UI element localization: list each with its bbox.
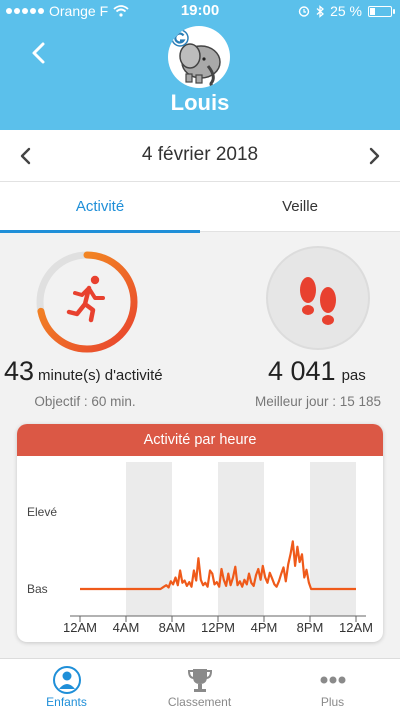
alarm-icon	[298, 6, 310, 17]
running-icon	[66, 275, 105, 323]
y-level-label: Bas	[27, 582, 48, 596]
x-tick-label: 12AM	[339, 620, 373, 635]
footprints-icon	[300, 277, 336, 325]
tab-label: Enfants	[46, 695, 87, 709]
battery-percent: 25 %	[330, 3, 362, 19]
y-level-label: Elevé	[27, 505, 57, 519]
x-tick-label: 12AM	[63, 620, 97, 635]
activity-goal: Objectif : 60 min.	[34, 394, 136, 409]
steps-count-unit: pas	[341, 367, 366, 384]
best-day: Meilleur jour : 15 185	[254, 394, 382, 409]
child-icon	[53, 666, 81, 694]
tab-label: Plus	[320, 695, 345, 709]
hourly-activity-card: Activité par heure Elevé Bas 12AM 4AM 8AM 12P…	[17, 424, 383, 642]
steps-badge	[266, 246, 370, 350]
back-button[interactable]	[24, 36, 54, 72]
status-bar: Orange F 19:00 25 %	[0, 0, 400, 22]
child-name: Louis	[170, 90, 230, 115]
tab-veille[interactable]: Veille	[200, 182, 400, 232]
steps-count: 4 041 pas	[268, 356, 366, 387]
activity-minutes-unit: minute(s) d'activité	[38, 367, 163, 384]
tab-enfants[interactable]: Enfants	[0, 659, 133, 711]
tab-activite[interactable]: Activité	[0, 182, 200, 233]
battery-icon	[368, 5, 395, 17]
activity-minutes-value: 43	[4, 356, 35, 386]
bottom-tab-bar: Enfants Classement Plus	[0, 658, 400, 711]
active-tab-indicator	[0, 230, 200, 233]
tab-label: Classement	[167, 695, 232, 709]
tab-bar-top: Activité Veille	[0, 182, 400, 233]
x-tick-label: 4AM	[113, 620, 140, 635]
tab-plus[interactable]: Plus	[266, 659, 399, 711]
next-day-button[interactable]	[360, 142, 388, 170]
hourly-activity-chart: Elevé Bas 12AM 4AM 8AM 12PM 4PM 8PM 12AM	[27, 462, 373, 635]
date-navigation: 4 février 2018	[0, 130, 400, 182]
avatar[interactable]	[168, 26, 230, 88]
current-date: 4 février 2018	[141, 144, 259, 165]
app-header: Orange F 19:00 25 % Louis	[0, 0, 400, 130]
chart-band	[126, 462, 172, 616]
chart-band	[310, 462, 356, 616]
tab-label: Activité	[75, 198, 125, 215]
steps-count-value: 4 041	[268, 356, 336, 386]
x-tick-label: 12PM	[201, 620, 235, 635]
bluetooth-icon	[316, 4, 325, 18]
chevron-left-icon	[32, 42, 45, 64]
x-tick-label: 8PM	[297, 620, 324, 635]
x-tick-label: 8AM	[159, 620, 186, 635]
x-tick-label: 4PM	[251, 620, 278, 635]
chart-title: Activité par heure	[17, 424, 383, 456]
chart-band	[218, 462, 264, 616]
trophy-icon	[187, 669, 213, 692]
activity-minutes: 43 minute(s) d'activité	[4, 356, 194, 387]
tab-label: Veille	[282, 198, 318, 215]
more-icon	[320, 676, 346, 684]
activity-progress-ring	[33, 248, 141, 356]
elephant-icon	[171, 29, 221, 88]
chevron-right-icon	[369, 147, 380, 165]
tab-classement[interactable]: Classement	[133, 659, 266, 711]
